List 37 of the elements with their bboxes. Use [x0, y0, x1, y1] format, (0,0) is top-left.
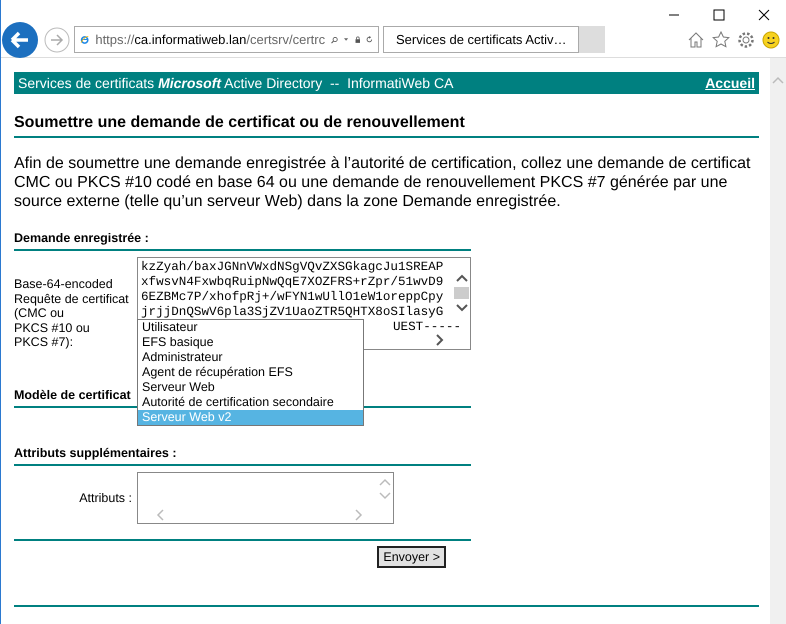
settings-icon[interactable] [737, 30, 755, 48]
url-text: https://ca.informatiweb.lan/certsrv/certrc [95, 32, 326, 47]
dropdown-option[interactable]: Autorité de certification secondaire [138, 395, 363, 410]
scrollbar-thumb[interactable] [454, 287, 469, 299]
request-text-line: UEST----- [393, 320, 462, 335]
maximize-icon[interactable] [713, 9, 725, 21]
request-text-line: kzZyah/baxJGNnVWxdNSgVQvZXSGkagcJu1SREAP [141, 260, 444, 275]
field-label: Attributs : [78, 491, 133, 505]
browser-tab[interactable]: Services de certificats Activ… [383, 26, 579, 53]
dropdown-option[interactable]: Agent de récupération EFS [138, 365, 363, 380]
scroll-up-icon[interactable] [456, 274, 468, 282]
star-icon[interactable] [712, 30, 730, 48]
dropdown-option[interactable]: Administrateur [138, 350, 363, 365]
request-text-line: xfwsvN4FxwbqRuipNwQqE7XOZFRS+rZpr/51wvD9 [141, 275, 444, 290]
back-icon[interactable] [2, 22, 38, 58]
scroll-down-icon[interactable] [456, 304, 468, 312]
dropdown-option[interactable]: Utilisateur [138, 320, 363, 335]
request-text-line: jrjjDnQSwV6pla3SjZV1UaoZTR5QHTX8oSIlasyG [141, 305, 444, 320]
home-link[interactable]: Accueil [705, 75, 755, 91]
page-scrollbar[interactable] [770, 58, 786, 624]
site-title: Services de certificats Microsoft Active Directory -- InformatiWeb CA [18, 75, 454, 91]
home-icon[interactable] [687, 30, 705, 48]
smiley-icon[interactable] [762, 30, 780, 48]
submit-button[interactable]: Envoyer > [377, 546, 446, 568]
address-bar[interactable]: https://ca.informatiweb.lan/certsrv/certrc [74, 26, 379, 53]
section-heading: Attributs supplémentaires : [14, 446, 177, 460]
request-text-line: 6EZBMc7P/xhofpRj+/wFYN1wUllO1eW1oreppCpy [141, 290, 444, 305]
dropdown-option[interactable]: EFS basique [138, 335, 363, 350]
close-icon[interactable] [758, 9, 770, 21]
section-heading: Modèle de certificat [14, 388, 131, 402]
field-label: Base-64-encoded Requête de certificat (CMC ou PKCS #10 ou PKCS #7): [14, 276, 130, 350]
scroll-right-icon[interactable] [436, 334, 444, 346]
dropdown-option[interactable]: Serveur Web [138, 380, 363, 395]
section-heading: Demande enregistrée : [14, 231, 149, 245]
intro-paragraph: Afin de soumettre une demande enregistrée à l’autorité de certification, collez une demande de certificat CMC ou PKCS #10 codé en base 64 ou une demande de renouvellement PKCS #7 générée par une source externe (telle qu’un serveur Web) dans la zone Demande enregistrée. [14, 154, 752, 211]
caret-icon[interactable] [344, 37, 349, 42]
page-title: Soumettre une demande de certificat ou de renouvellement [14, 114, 466, 132]
